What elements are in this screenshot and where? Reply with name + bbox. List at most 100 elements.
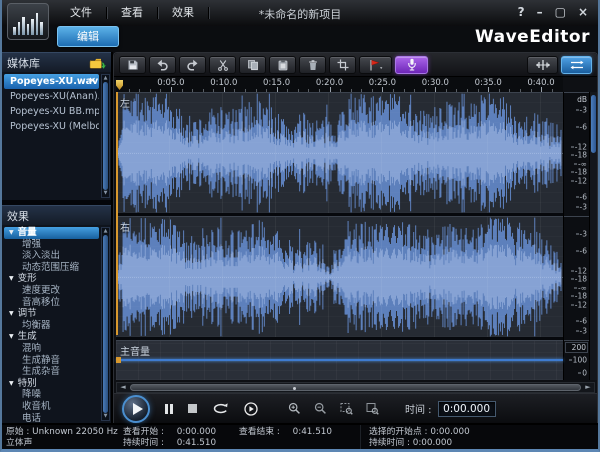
effects-group-item[interactable]: ▼ 特别 xyxy=(4,378,99,390)
view-end-value: 0:41.510 xyxy=(292,427,332,437)
scroll-left-icon[interactable]: ◄ xyxy=(117,383,129,392)
effects-group-item[interactable]: ▼ 变形 xyxy=(4,273,99,285)
horizontal-scrollbar[interactable]: ◄ ► xyxy=(116,382,595,393)
effects-item[interactable]: 增强 xyxy=(4,239,99,251)
effects-item[interactable]: 均衡器 xyxy=(4,320,99,332)
effects-item[interactable]: 速度更改 xyxy=(4,285,99,297)
effects-item[interactable]: 淡入淡出 xyxy=(4,250,99,262)
media-file-item[interactable]: Popeyes-XU.wav × xyxy=(4,74,99,89)
playhead-flag-icon[interactable] xyxy=(116,80,123,90)
help-button[interactable]: ? xyxy=(518,4,525,20)
volume-envelope-line[interactable] xyxy=(116,358,563,361)
media-file-list: Popeyes-XU.wav× Popeyes-XU(Anan).wav Popey… xyxy=(2,72,111,200)
title-bar: 文件 查看 效果 *未命名的新项目 ? – ▢ × xyxy=(2,0,598,40)
brand-logo: WaveEditor xyxy=(474,27,590,47)
time-display[interactable]: 0:00.000 xyxy=(437,400,496,417)
effects-tree: ▼ 音量 增强 淡入淡出 动态范围压缩 ▼ 变形 速度更改 音高移位 ▼ 调节 均衡器 ▼ 生成 混响 生成静… xyxy=(2,225,111,423)
fit-button[interactable] xyxy=(561,55,592,74)
effects-group-item[interactable]: ▼ 调节 xyxy=(4,308,99,320)
effects-item[interactable]: 混响 xyxy=(4,343,99,355)
vertical-scrollbar-thumb[interactable] xyxy=(591,95,596,153)
zoom-in-button[interactable] xyxy=(288,402,301,415)
cut-button[interactable] xyxy=(209,55,236,74)
db-scale-value: -3 xyxy=(575,203,587,212)
vertical-scrollbar[interactable] xyxy=(589,92,597,380)
effects-list-scrollbar[interactable]: ▲ ▼ xyxy=(101,227,110,421)
media-file-item[interactable]: Popeyes-XU BB.mp3 xyxy=(4,104,99,119)
effects-item-label: 速度更改 xyxy=(22,284,61,296)
media-file-item[interactable]: Popeyes-XU(Anan).wav xyxy=(4,89,99,104)
channel-left[interactable]: 左 xyxy=(116,92,563,213)
playhead-cursor[interactable] xyxy=(116,92,118,335)
app-window: 文件 查看 效果 *未命名的新项目 ? – ▢ × 编辑 WaveEditor 媒体… xyxy=(0,0,600,452)
tab-edit[interactable]: 编辑 xyxy=(57,26,119,47)
volume-envelope-handle[interactable] xyxy=(116,356,121,363)
save-button[interactable] xyxy=(119,55,146,74)
effects-item[interactable]: 生成静音 xyxy=(4,355,99,367)
effects-item[interactable]: 生成杂音 xyxy=(4,366,99,378)
master-volume-track[interactable]: 主音量 xyxy=(116,340,563,380)
db-scale-value: -6 xyxy=(575,193,587,202)
record-button[interactable] xyxy=(395,55,428,74)
effects-title: 效果 xyxy=(7,209,29,223)
effects-item-label: 生成杂音 xyxy=(22,366,61,378)
waveform-area: 左 右 主音量 xyxy=(114,92,563,380)
crop-button[interactable] xyxy=(329,55,356,74)
menu-separator xyxy=(208,7,209,19)
copy-icon xyxy=(247,59,259,71)
loop-button[interactable] xyxy=(212,402,229,415)
ruler-time-label: 0:40.0 xyxy=(527,78,555,88)
effects-item[interactable]: 音高移位 xyxy=(4,297,99,309)
menu-item[interactable]: 效果 xyxy=(158,0,208,26)
undo-button[interactable] xyxy=(149,55,176,74)
close-button[interactable]: × xyxy=(578,4,588,20)
zoom-all-button[interactable] xyxy=(366,402,379,415)
import-folder-icon[interactable] xyxy=(89,57,107,69)
play-button[interactable] xyxy=(122,394,150,423)
play-selection-button[interactable] xyxy=(244,401,258,416)
db-scale-value: -6 xyxy=(575,317,587,326)
effects-item[interactable]: 收音机 xyxy=(4,401,99,413)
effects-item[interactable]: 动态范围压缩 xyxy=(4,262,99,274)
delete-button[interactable] xyxy=(299,55,326,74)
media-file-item[interactable]: Popeyes-XU (Melboorn... xyxy=(4,119,99,134)
db-scale-value: -12 xyxy=(570,300,587,309)
maximize-button[interactable]: ▢ xyxy=(555,4,566,20)
file-name: Popeyes-XU (Melboorn... xyxy=(10,121,99,132)
trim-button[interactable] xyxy=(527,55,558,74)
horizontal-scrollbar-thumb[interactable] xyxy=(130,384,581,391)
effects-item-label: 生成 xyxy=(17,331,37,343)
effects-item[interactable]: 降噪 xyxy=(4,389,99,401)
ruler-time-label: 0:15.0 xyxy=(262,78,291,88)
effects-group-item[interactable]: ▼ 音量 xyxy=(4,227,99,239)
time-label: 时间 : xyxy=(405,405,432,416)
effects-group-item[interactable]: ▼ 生成 xyxy=(4,331,99,343)
crop-icon xyxy=(337,59,349,71)
copy-button[interactable] xyxy=(239,55,266,74)
effects-item-label: 生成静音 xyxy=(22,354,61,366)
timeline-ruler[interactable]: 0:05.0 0:10.0 0:15.0 0:20.0 0:25.0 0:30.0 0:35… xyxy=(116,77,563,92)
effects-item-label: 电话 xyxy=(22,412,42,424)
cut-icon xyxy=(217,59,229,71)
menu-item[interactable]: 文件 xyxy=(56,0,106,26)
zoom-selection-button[interactable] xyxy=(340,402,353,415)
minimize-button[interactable]: – xyxy=(537,4,543,20)
scroll-right-icon[interactable]: ► xyxy=(582,383,594,392)
paste-button[interactable] xyxy=(269,55,296,74)
redo-button[interactable] xyxy=(179,55,206,74)
app-logo-icon[interactable] xyxy=(7,3,49,40)
remove-file-icon[interactable]: × xyxy=(88,74,96,89)
effects-item[interactable]: 电话 xyxy=(4,413,99,424)
undo-icon xyxy=(156,58,169,71)
pause-button[interactable] xyxy=(165,403,173,414)
media-list-scrollbar[interactable]: ▲ ▼ xyxy=(101,74,110,198)
stop-button[interactable] xyxy=(188,404,197,413)
menu-item[interactable]: 查看 xyxy=(107,0,157,26)
channel-right[interactable]: 右 xyxy=(116,216,563,337)
effects-item-label: 音高移位 xyxy=(22,296,61,308)
marker-button[interactable] xyxy=(359,55,392,74)
record-icon xyxy=(406,58,418,71)
channel-left-label: 左 xyxy=(120,99,130,110)
effects-item-label: 收音机 xyxy=(22,400,51,412)
zoom-out-button[interactable] xyxy=(314,402,327,415)
